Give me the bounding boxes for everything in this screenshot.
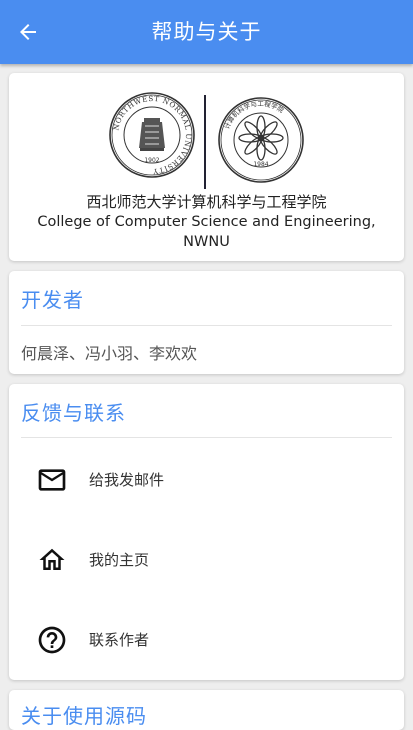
email-row[interactable]: 给我发邮件	[9, 440, 404, 520]
svg-text:1984: 1984	[253, 161, 268, 168]
source-code-title: 关于使用源码	[21, 704, 147, 728]
school-name-en: College of Computer Science and Engineer…	[37, 214, 376, 250]
page-title: 帮助与关于	[151, 20, 262, 44]
school-name-cn: 西北师范大学计算机科学与工程学院	[86, 193, 327, 211]
school-logos: NORTHWEST NORMAL UNIVERSITY 1902 计算机科学与工…	[9, 91, 404, 191]
logo-divider	[204, 95, 206, 189]
developers-card: 开发者 何晨泽、冯小羽、李欢欢	[9, 271, 404, 374]
contact-author-label: 联系作者	[89, 631, 150, 649]
contact-card: 反馈与联系 给我发邮件 我的主页 联系作者	[9, 384, 404, 680]
section-divider	[21, 325, 392, 326]
source-code-card: 关于使用源码	[9, 690, 404, 730]
contact-title: 反馈与联系	[21, 401, 126, 425]
homepage-row[interactable]: 我的主页	[9, 520, 404, 600]
app-bar: 帮助与关于	[0, 0, 413, 64]
help-icon	[34, 622, 70, 658]
section-divider	[21, 437, 392, 438]
svg-text:1902: 1902	[144, 157, 159, 164]
developers-title: 开发者	[21, 288, 84, 312]
college-logo: 计算机科学与工程学院 1984	[218, 97, 304, 183]
home-icon	[34, 542, 70, 578]
university-seal-logo: NORTHWEST NORMAL UNIVERSITY 1902	[109, 92, 195, 178]
email-label: 给我发邮件	[89, 471, 165, 489]
developer-names: 何晨泽、冯小羽、李欢欢	[21, 344, 198, 363]
email-icon	[34, 462, 70, 498]
homepage-label: 我的主页	[89, 551, 150, 569]
contact-author-row[interactable]: 联系作者	[9, 600, 404, 680]
school-card: NORTHWEST NORMAL UNIVERSITY 1902 计算机科学与工…	[9, 73, 404, 261]
